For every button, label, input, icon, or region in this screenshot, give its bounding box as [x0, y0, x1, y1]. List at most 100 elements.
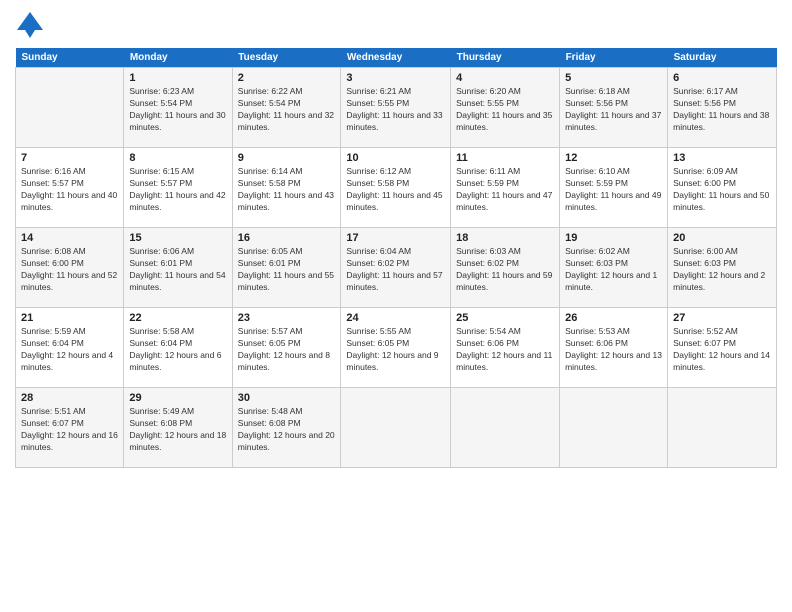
day-cell-5: 5Sunrise: 6:18 AMSunset: 5:56 PMDaylight… — [560, 68, 668, 148]
day-info: Sunrise: 5:58 AMSunset: 6:04 PMDaylight:… — [129, 326, 226, 374]
day-number: 21 — [21, 312, 118, 324]
day-header-sunday: Sunday — [16, 48, 124, 68]
day-info: Sunrise: 6:12 AMSunset: 5:58 PMDaylight:… — [346, 166, 445, 214]
day-cell-20: 20 Sunrise: 6:00 AMSunset: 6:03 PMDayligh… — [668, 228, 777, 308]
day-number: 25 — [456, 312, 554, 324]
day-number: 6 — [673, 72, 771, 84]
empty-cell — [451, 388, 560, 468]
day-number: 2 — [238, 72, 336, 84]
day-cell-27: 27 Sunrise: 5:52 AMSunset: 6:07 PMDayligh… — [668, 308, 777, 388]
day-number: 5 — [565, 72, 662, 84]
day-cell-6: 6 Sunrise: 6:17 AMSunset: 5:56 PMDaylight… — [668, 68, 777, 148]
logo-icon — [15, 10, 45, 40]
week-row-3: 14 Sunrise: 6:08 AMSunset: 6:00 PMDayligh… — [16, 228, 777, 308]
day-info: Sunrise: 6:11 AMSunset: 5:59 PMDaylight:… — [456, 166, 554, 214]
day-cell-9: 9 Sunrise: 6:14 AMSunset: 5:58 PMDaylight… — [232, 148, 341, 228]
day-number: 12 — [565, 152, 662, 164]
day-info: Sunrise: 6:03 AMSunset: 6:02 PMDaylight:… — [456, 246, 554, 294]
day-cell-23: 23 Sunrise: 5:57 AMSunset: 6:05 PMDayligh… — [232, 308, 341, 388]
day-cell-18: 18 Sunrise: 6:03 AMSunset: 6:02 PMDayligh… — [451, 228, 560, 308]
day-cell-19: 19Sunrise: 6:02 AMSunset: 6:03 PMDayligh… — [560, 228, 668, 308]
day-number: 23 — [238, 312, 336, 324]
day-info: Sunrise: 6:10 AMSunset: 5:59 PMDaylight:… — [565, 166, 662, 214]
day-cell-29: 29Sunrise: 5:49 AMSunset: 6:08 PMDayligh… — [124, 388, 232, 468]
day-number: 3 — [346, 72, 445, 84]
day-cell-24: 24 Sunrise: 5:55 AMSunset: 6:05 PMDayligh… — [341, 308, 451, 388]
day-cell-8: 8Sunrise: 6:15 AMSunset: 5:57 PMDaylight… — [124, 148, 232, 228]
day-info: Sunrise: 5:53 AMSunset: 6:06 PMDaylight:… — [565, 326, 662, 374]
day-header-friday: Friday — [560, 48, 668, 68]
day-cell-15: 15 Sunrise: 6:06 AMSunset: 6:01 PMDayligh… — [124, 228, 232, 308]
day-info: Sunrise: 6:09 AMSunset: 6:00 PMDaylight:… — [673, 166, 771, 214]
day-cell-14: 14 Sunrise: 6:08 AMSunset: 6:00 PMDayligh… — [16, 228, 124, 308]
day-info: Sunrise: 5:55 AMSunset: 6:05 PMDaylight:… — [346, 326, 445, 374]
day-info: Sunrise: 5:48 AMSunset: 6:08 PMDaylight:… — [238, 406, 336, 454]
day-number: 15 — [129, 232, 226, 244]
empty-cell — [668, 388, 777, 468]
day-number: 19 — [565, 232, 662, 244]
day-cell-17: 17 Sunrise: 6:04 AMSunset: 6:02 PMDayligh… — [341, 228, 451, 308]
week-row-1: 1 Sunrise: 6:23 AMSunset: 5:54 PMDaylight… — [16, 68, 777, 148]
empty-cell — [341, 388, 451, 468]
day-number: 17 — [346, 232, 445, 244]
day-info: Sunrise: 6:23 AMSunset: 5:54 PMDaylight:… — [129, 86, 226, 134]
day-header-saturday: Saturday — [668, 48, 777, 68]
day-cell-16: 16 Sunrise: 6:05 AMSunset: 6:01 PMDayligh… — [232, 228, 341, 308]
day-cell-12: 12 Sunrise: 6:10 AMSunset: 5:59 PMDayligh… — [560, 148, 668, 228]
day-number: 11 — [456, 152, 554, 164]
day-cell-26: 26 Sunrise: 5:53 AMSunset: 6:06 PMDayligh… — [560, 308, 668, 388]
day-info: Sunrise: 6:21 AMSunset: 5:55 PMDaylight:… — [346, 86, 445, 134]
day-cell-22: 22 Sunrise: 5:58 AMSunset: 6:04 PMDayligh… — [124, 308, 232, 388]
day-number: 1 — [129, 72, 226, 84]
empty-cell — [560, 388, 668, 468]
day-info: Sunrise: 6:17 AMSunset: 5:56 PMDaylight:… — [673, 86, 771, 134]
day-info: Sunrise: 6:00 AMSunset: 6:03 PMDaylight:… — [673, 246, 771, 294]
day-number: 22 — [129, 312, 226, 324]
week-row-4: 21 Sunrise: 5:59 AMSunset: 6:04 PMDayligh… — [16, 308, 777, 388]
week-row-5: 28Sunrise: 5:51 AMSunset: 6:07 PMDayligh… — [16, 388, 777, 468]
day-number: 14 — [21, 232, 118, 244]
day-cell-4: 4Sunrise: 6:20 AMSunset: 5:55 PMDaylight… — [451, 68, 560, 148]
logo — [15, 10, 49, 40]
day-info: Sunrise: 5:52 AMSunset: 6:07 PMDaylight:… — [673, 326, 771, 374]
day-number: 30 — [238, 392, 336, 404]
day-number: 16 — [238, 232, 336, 244]
day-info: Sunrise: 6:15 AMSunset: 5:57 PMDaylight:… — [129, 166, 226, 214]
calendar-header: SundayMondayTuesdayWednesdayThursdayFrid… — [16, 48, 777, 68]
day-number: 26 — [565, 312, 662, 324]
day-info: Sunrise: 6:05 AMSunset: 6:01 PMDaylight:… — [238, 246, 336, 294]
day-info: Sunrise: 5:54 AMSunset: 6:06 PMDaylight:… — [456, 326, 554, 374]
day-info: Sunrise: 5:59 AMSunset: 6:04 PMDaylight:… — [21, 326, 118, 374]
day-info: Sunrise: 5:57 AMSunset: 6:05 PMDaylight:… — [238, 326, 336, 374]
day-number: 18 — [456, 232, 554, 244]
day-cell-3: 3 Sunrise: 6:21 AMSunset: 5:55 PMDaylight… — [341, 68, 451, 148]
calendar-table: SundayMondayTuesdayWednesdayThursdayFrid… — [15, 48, 777, 468]
day-cell-30: 30 Sunrise: 5:48 AMSunset: 6:08 PMDayligh… — [232, 388, 341, 468]
day-header-monday: Monday — [124, 48, 232, 68]
day-cell-13: 13 Sunrise: 6:09 AMSunset: 6:00 PMDayligh… — [668, 148, 777, 228]
day-info: Sunrise: 6:20 AMSunset: 5:55 PMDaylight:… — [456, 86, 554, 134]
day-info: Sunrise: 6:14 AMSunset: 5:58 PMDaylight:… — [238, 166, 336, 214]
day-info: Sunrise: 6:04 AMSunset: 6:02 PMDaylight:… — [346, 246, 445, 294]
day-cell-21: 21 Sunrise: 5:59 AMSunset: 6:04 PMDayligh… — [16, 308, 124, 388]
day-number: 13 — [673, 152, 771, 164]
day-header-tuesday: Tuesday — [232, 48, 341, 68]
day-number: 29 — [129, 392, 226, 404]
day-cell-2: 2 Sunrise: 6:22 AMSunset: 5:54 PMDaylight… — [232, 68, 341, 148]
day-cell-7: 7Sunrise: 6:16 AMSunset: 5:57 PMDaylight… — [16, 148, 124, 228]
day-info: Sunrise: 6:08 AMSunset: 6:00 PMDaylight:… — [21, 246, 118, 294]
day-number: 9 — [238, 152, 336, 164]
day-cell-25: 25 Sunrise: 5:54 AMSunset: 6:06 PMDayligh… — [451, 308, 560, 388]
day-number: 20 — [673, 232, 771, 244]
day-info: Sunrise: 6:06 AMSunset: 6:01 PMDaylight:… — [129, 246, 226, 294]
day-cell-1: 1 Sunrise: 6:23 AMSunset: 5:54 PMDaylight… — [124, 68, 232, 148]
empty-cell — [16, 68, 124, 148]
day-cell-10: 10Sunrise: 6:12 AMSunset: 5:58 PMDayligh… — [341, 148, 451, 228]
day-number: 24 — [346, 312, 445, 324]
day-number: 27 — [673, 312, 771, 324]
week-row-2: 7Sunrise: 6:16 AMSunset: 5:57 PMDaylight… — [16, 148, 777, 228]
day-header-wednesday: Wednesday — [341, 48, 451, 68]
day-cell-28: 28Sunrise: 5:51 AMSunset: 6:07 PMDayligh… — [16, 388, 124, 468]
day-info: Sunrise: 6:22 AMSunset: 5:54 PMDaylight:… — [238, 86, 336, 134]
day-number: 28 — [21, 392, 118, 404]
